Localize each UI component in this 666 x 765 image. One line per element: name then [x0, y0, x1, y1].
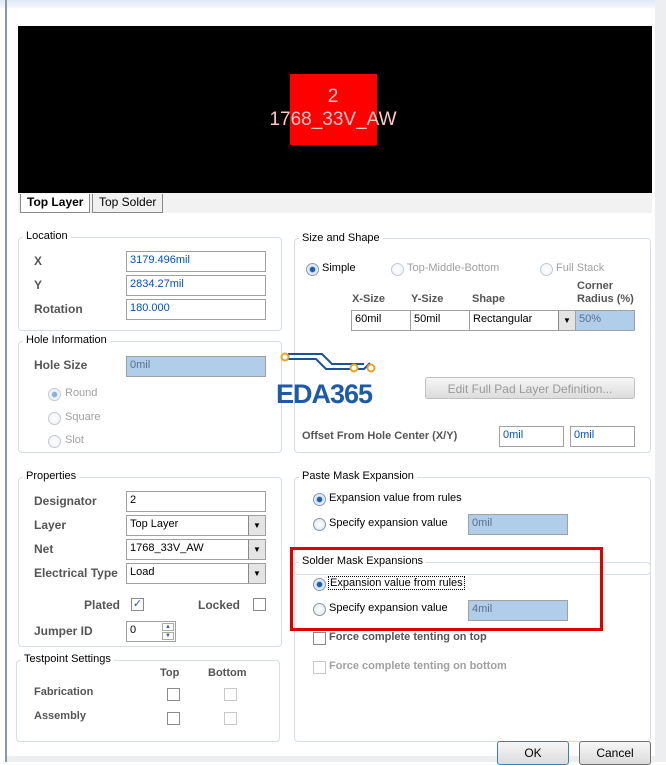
designator-input[interactable]: 2	[126, 491, 266, 512]
top-middle-bottom-label: Top-Middle-Bottom	[407, 262, 500, 274]
y-size-header: Y-Size	[411, 293, 444, 305]
size-shape-title: Size and Shape	[299, 232, 383, 244]
offset-label: Offset From Hole Center (X/Y)	[302, 430, 458, 442]
tent-bottom-checkbox[interactable]	[313, 661, 326, 674]
layer-value: Top Layer	[130, 518, 179, 530]
chevron-down-icon[interactable]: ▼	[248, 564, 265, 583]
round-label: Round	[65, 387, 98, 399]
shape-select[interactable]: Rectangular ▼	[469, 310, 576, 331]
jumper-id-value: 0	[130, 624, 137, 636]
locked-checkbox[interactable]	[253, 598, 266, 611]
x-label: X	[34, 254, 43, 268]
corner-radius-input[interactable]: 50%	[575, 310, 635, 331]
hole-size-input[interactable]: 0mil	[126, 356, 266, 377]
testpoint-title: Testpoint Settings	[21, 653, 114, 665]
shape-value: Rectangular	[473, 313, 533, 325]
paste-mask-title: Paste Mask Expansion	[299, 470, 417, 482]
offset-x-input[interactable]: 0mil	[499, 426, 564, 447]
x-size-input[interactable]: 60mil	[351, 310, 411, 331]
layer-label: Layer	[34, 518, 67, 532]
highlight-box	[290, 547, 603, 631]
paste-from-rules-radio[interactable]	[313, 493, 326, 506]
rotation-label: Rotation	[34, 302, 83, 316]
corner-header-2: Radius (%)	[577, 293, 634, 305]
x-size-header: X-Size	[352, 293, 386, 305]
pad-number: 2	[327, 86, 339, 107]
tent-top-checkbox[interactable]	[313, 632, 326, 645]
electrical-type-select[interactable]: Load ▼	[126, 563, 266, 584]
chevron-down-icon[interactable]: ▼	[248, 516, 265, 535]
designator-label: Designator	[34, 494, 97, 508]
cancel-button[interactable]: Cancel	[579, 741, 651, 765]
rotation-input[interactable]: 180.000	[126, 299, 266, 320]
hole-title: Hole Information	[23, 334, 110, 346]
square-radio[interactable]	[48, 412, 61, 425]
edit-full-pad-button[interactable]: Edit Full Pad Layer Definition...	[425, 377, 635, 399]
plated-checkbox[interactable]: ✓	[131, 598, 144, 611]
eda365-logo: EDA365	[276, 379, 373, 409]
x-input[interactable]: 3179.496mil	[126, 251, 266, 272]
eda365-logo-traces	[280, 352, 376, 373]
chevron-down-icon[interactable]: ▼	[248, 540, 265, 559]
jumper-id-stepper[interactable]: 0 ▲ ▼	[126, 621, 176, 642]
ok-button[interactable]: OK	[497, 741, 569, 765]
full-stack-radio[interactable]	[540, 263, 553, 276]
layer-select[interactable]: Top Layer ▼	[126, 515, 266, 536]
assembly-bottom-checkbox[interactable]	[224, 712, 237, 725]
jumper-id-label: Jumper ID	[34, 624, 93, 638]
spin-down-icon[interactable]: ▼	[162, 632, 174, 640]
net-label: Net	[34, 542, 54, 556]
paste-specify-label: Specify expansion value	[329, 517, 448, 529]
pad-preview: 2 1768_33V_AW	[18, 26, 652, 193]
window-edge	[655, 0, 666, 762]
square-label: Square	[65, 411, 101, 423]
corner-header-1: Corner	[577, 280, 614, 292]
shape-header: Shape	[472, 293, 506, 305]
locked-label: Locked	[198, 598, 241, 612]
tent-top-label: Force complete tenting on top	[329, 631, 487, 643]
paste-value-input[interactable]: 0mil	[468, 514, 568, 535]
net-select[interactable]: 1768_33V_AW ▼	[126, 539, 266, 560]
spin-up-icon[interactable]: ▲	[162, 623, 174, 631]
top-middle-bottom-radio[interactable]	[391, 263, 404, 276]
simple-label: Simple	[322, 262, 356, 274]
top-header: Top	[160, 667, 180, 679]
assembly-top-checkbox[interactable]	[167, 712, 180, 725]
electrical-type-label: Electrical Type	[34, 566, 118, 580]
offset-y-input[interactable]: 0mil	[570, 426, 635, 447]
slot-radio[interactable]	[48, 435, 61, 448]
tab-top-solder[interactable]: Top Solder	[92, 194, 164, 213]
fabrication-label: Fabrication	[34, 686, 94, 698]
paste-specify-radio[interactable]	[313, 518, 326, 531]
hole-size-label: Hole Size	[34, 358, 88, 372]
y-size-input[interactable]: 50mil	[410, 310, 470, 331]
round-radio[interactable]	[48, 388, 61, 401]
properties-title: Properties	[23, 470, 80, 482]
y-label: Y	[34, 278, 43, 292]
tab-top-layer[interactable]: Top Layer	[20, 194, 91, 213]
plated-label: Plated	[84, 598, 121, 612]
paste-from-rules-label: Expansion value from rules	[329, 492, 462, 504]
simple-radio[interactable]	[306, 263, 319, 276]
bottom-header: Bottom	[208, 667, 247, 679]
fabrication-bottom-checkbox[interactable]	[224, 688, 237, 701]
slot-label: Slot	[65, 434, 84, 446]
title-bar	[0, 0, 666, 8]
chevron-down-icon[interactable]: ▼	[558, 311, 575, 330]
electrical-type-value: Load	[130, 566, 155, 578]
pad-shape: 2 1768_33V_AW	[269, 74, 397, 145]
assembly-label: Assembly	[34, 710, 86, 722]
full-stack-label: Full Stack	[556, 262, 605, 274]
fabrication-top-checkbox[interactable]	[167, 688, 180, 701]
pad-net: 1768_33V_AW	[269, 109, 397, 130]
y-input[interactable]: 2834.27mil	[126, 275, 266, 296]
net-value: 1768_33V_AW	[130, 542, 204, 554]
window-border	[5, 0, 7, 762]
location-title: Location	[23, 230, 71, 242]
tent-bottom-label: Force complete tenting on bottom	[329, 660, 507, 672]
